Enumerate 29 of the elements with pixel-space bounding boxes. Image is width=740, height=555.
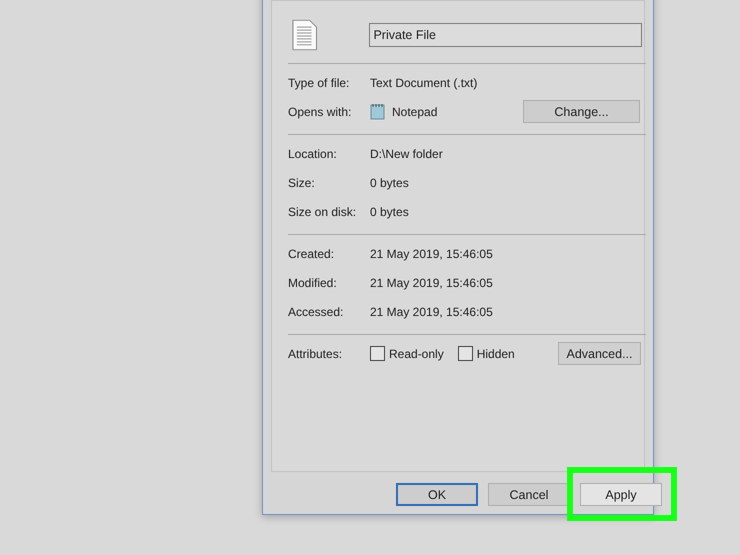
field-label: Opens with: [288, 104, 352, 118]
dialog-button[interactable]: Apply [580, 483, 662, 506]
field-label: Location: [288, 146, 338, 160]
field-value: 21 May 2019, 15:46:05 [370, 276, 493, 290]
file-name-field[interactable]: Private File [369, 23, 642, 47]
dialog-button[interactable]: Cancel [488, 483, 570, 506]
checkbox[interactable] [370, 346, 385, 361]
field-label: Created: [288, 246, 336, 260]
document-icon [292, 19, 318, 51]
dialog-button[interactable]: OK [396, 483, 478, 506]
field-value: 21 May 2019, 15:46:05 [370, 246, 493, 260]
notepad-icon [370, 103, 386, 120]
field-label: Attributes: [288, 346, 344, 360]
checkbox-label: Read-only [389, 346, 444, 360]
field-value: 0 bytes [370, 204, 409, 218]
field-label: Modified: [288, 276, 338, 290]
checkbox[interactable] [458, 346, 473, 361]
checkbox-label: Hidden [476, 346, 515, 360]
field-value: 21 May 2019, 15:46:05 [370, 304, 493, 318]
field-value: Text Document (.txt) [370, 76, 478, 90]
advanced-button[interactable]: Advanced... [558, 342, 641, 365]
field-value: D:\New folder [370, 146, 443, 160]
field-value: 0 bytes [370, 176, 409, 190]
field-label: Size on disk: [288, 204, 358, 218]
field-label: Type of file: [288, 76, 350, 90]
change-button[interactable]: Change... [523, 100, 640, 123]
field-label: Size: [288, 176, 316, 190]
field-label: Accessed: [288, 304, 344, 318]
field-value: Notepad [392, 104, 438, 118]
